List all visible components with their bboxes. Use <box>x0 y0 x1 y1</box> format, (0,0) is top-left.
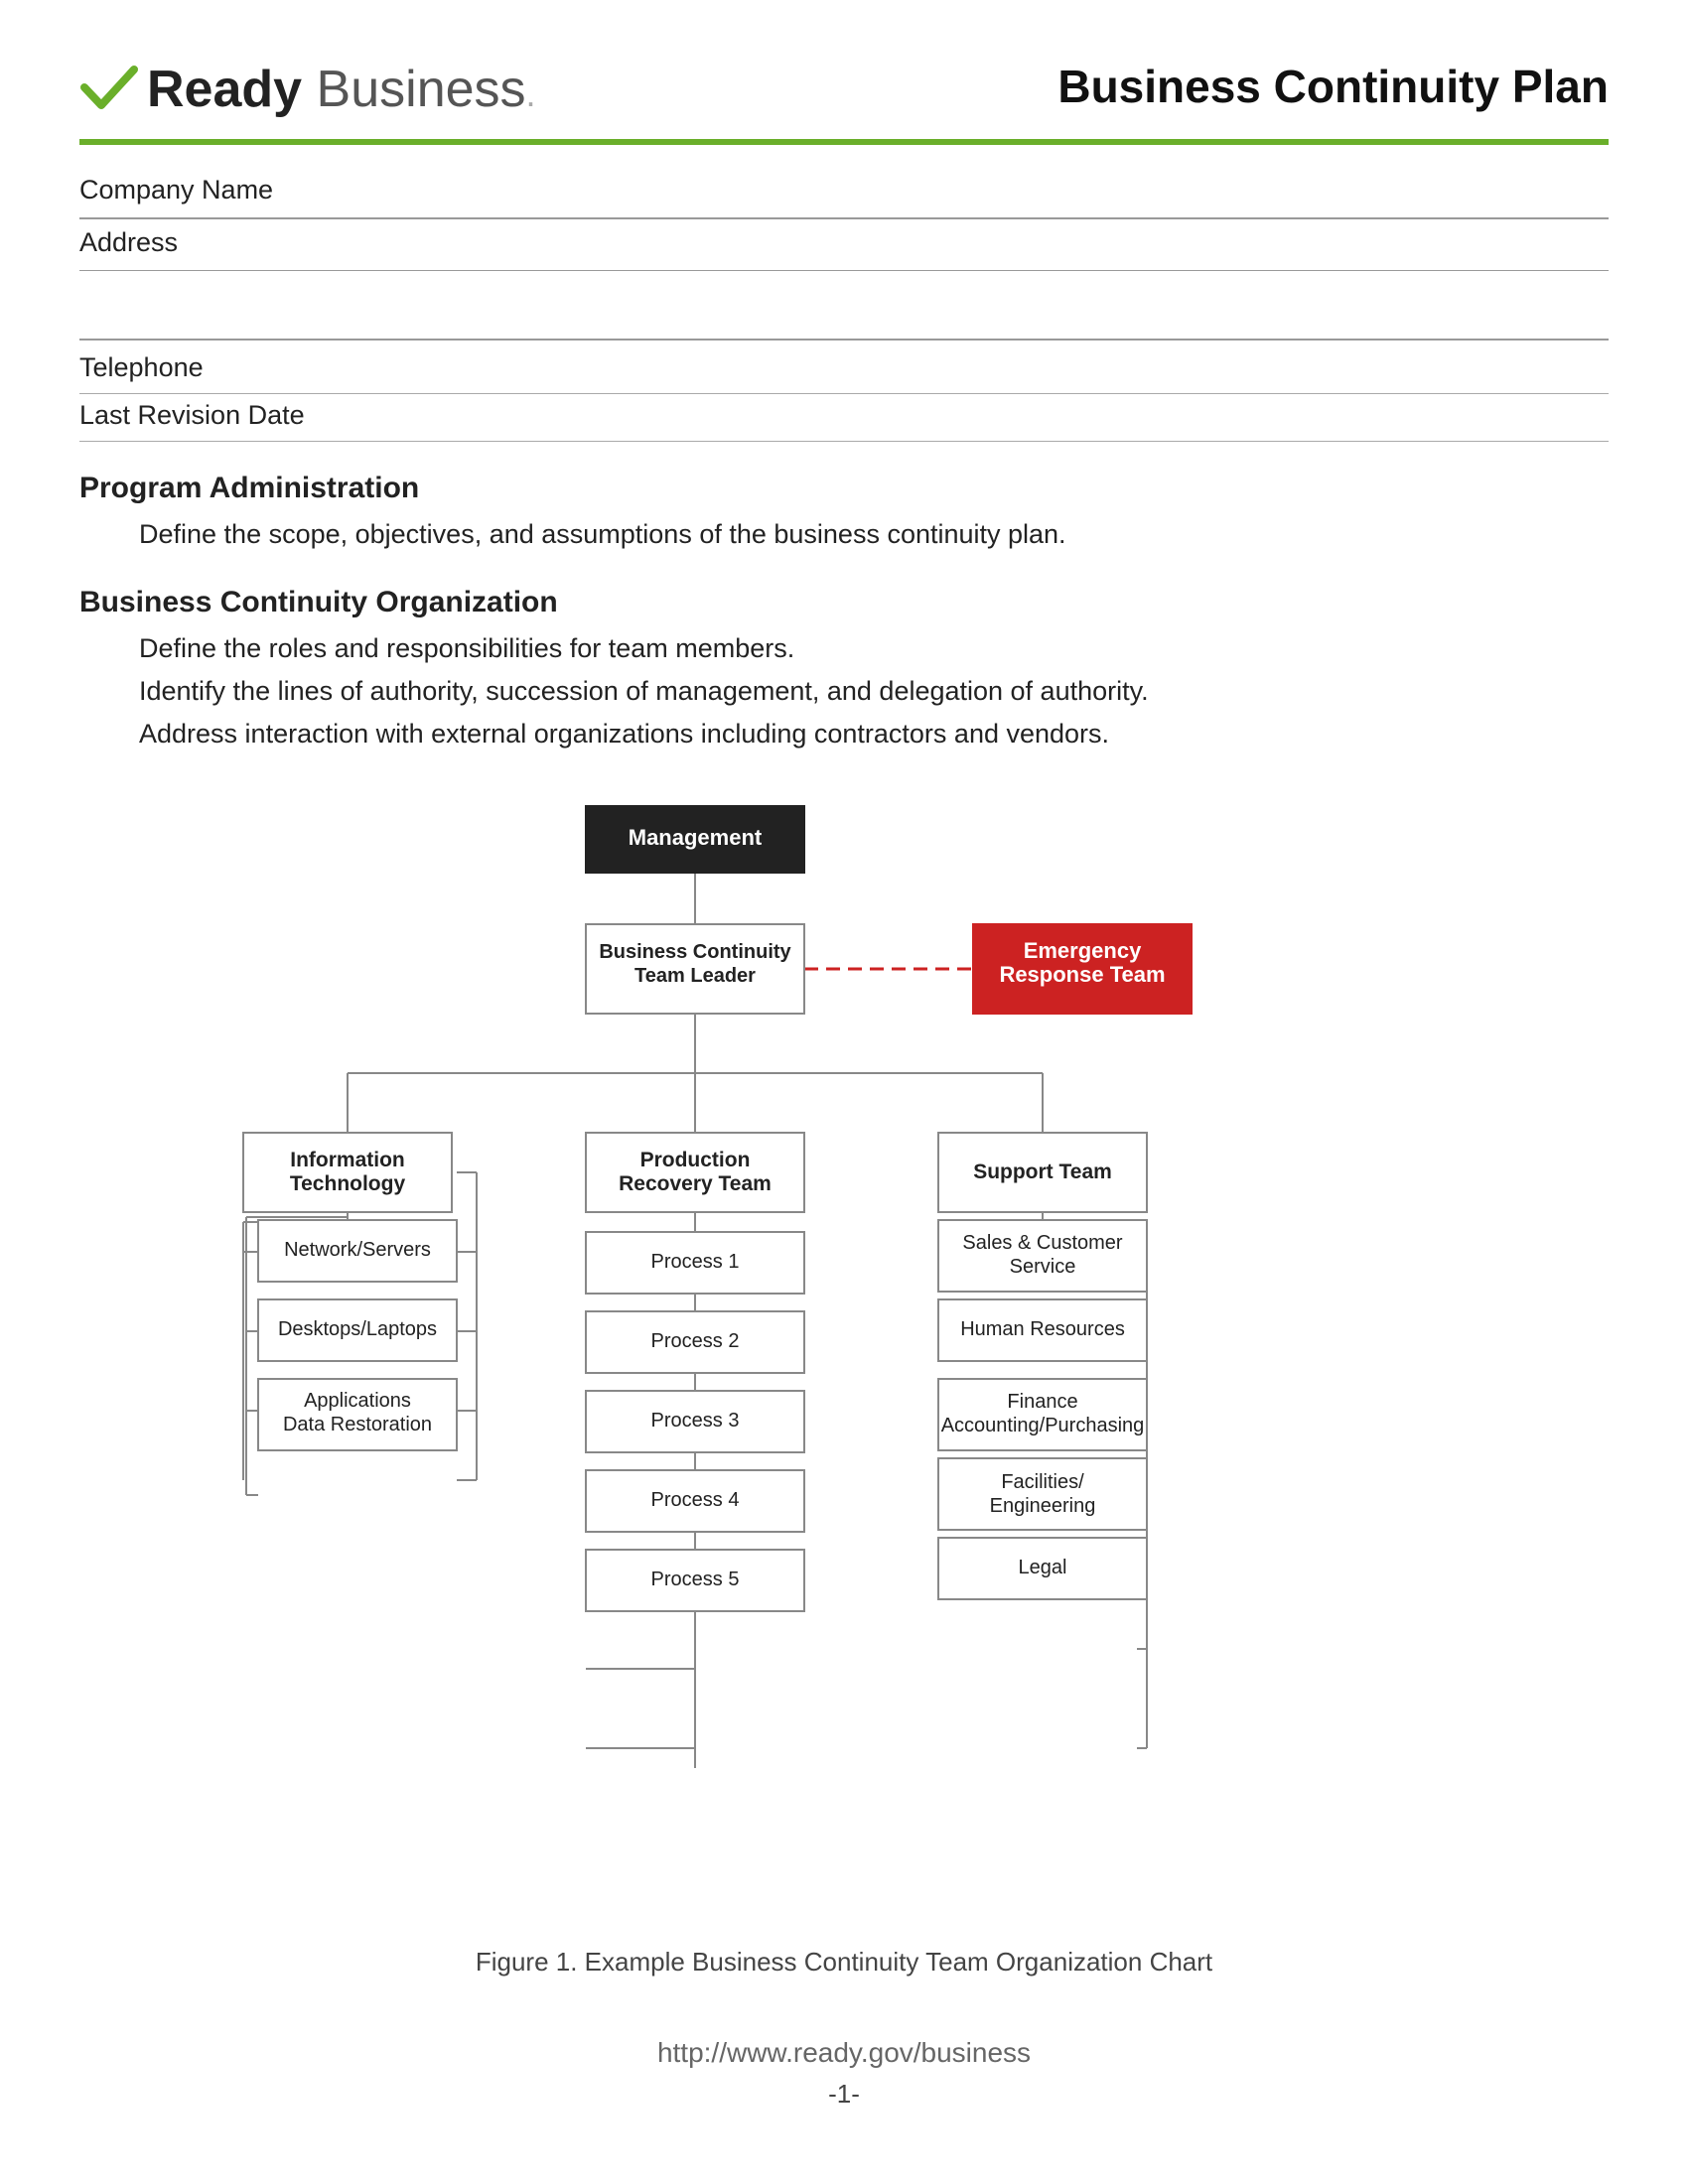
svg-text:Legal: Legal <box>1019 1557 1067 1578</box>
svg-text:Process 1: Process 1 <box>651 1251 740 1273</box>
svg-text:Network/Servers: Network/Servers <box>284 1239 431 1261</box>
svg-text:Process 2: Process 2 <box>651 1330 740 1352</box>
address-underline <box>79 270 1609 272</box>
green-divider <box>79 139 1609 145</box>
org-chart-svg: Management Business Continuity Team Lead… <box>149 805 1539 1917</box>
svg-text:Response Team: Response Team <box>999 962 1165 987</box>
checkmark-icon <box>79 60 139 119</box>
telephone-top-line <box>79 339 1609 341</box>
svg-text:Process 4: Process 4 <box>651 1489 740 1511</box>
telephone-label: Telephone <box>79 348 1609 387</box>
svg-text:Engineering: Engineering <box>990 1495 1096 1517</box>
footer-page: -1- <box>79 2079 1609 2110</box>
bco-line-1: Define the roles and responsibilities fo… <box>139 627 1609 670</box>
svg-text:Information: Information <box>290 1149 405 1171</box>
svg-text:Technology: Technology <box>290 1172 406 1195</box>
svg-text:Data Restoration: Data Restoration <box>283 1414 432 1435</box>
page-header: Ready Business. Business Continuity Plan <box>79 60 1609 119</box>
org-chart-container: Management Business Continuity Team Lead… <box>149 805 1539 1978</box>
form-section: Company Name Address <box>79 175 1609 271</box>
bco-body: Define the roles and responsibilities fo… <box>79 627 1609 756</box>
company-name-underline <box>79 217 1609 219</box>
company-name-field: Company Name <box>79 175 1609 219</box>
footer: http://www.ready.gov/business -1- <box>79 2037 1609 2110</box>
bco-section: Business Continuity Organization Define … <box>79 586 1609 756</box>
revision-label: Last Revision Date <box>79 400 1609 435</box>
svg-text:Accounting/Purchasing: Accounting/Purchasing <box>941 1415 1145 1436</box>
footer-url: http://www.ready.gov/business <box>79 2037 1609 2069</box>
bco-heading: Business Continuity Organization <box>79 586 1609 619</box>
figure-caption: Figure 1. Example Business Continuity Te… <box>149 1947 1539 1978</box>
svg-text:Process 5: Process 5 <box>651 1569 740 1590</box>
logo-area: Ready Business. <box>79 60 536 119</box>
address-field: Address <box>79 227 1609 272</box>
management-label: Management <box>629 825 763 850</box>
svg-text:Team Leader: Team Leader <box>634 965 756 987</box>
svg-text:Finance: Finance <box>1007 1391 1077 1413</box>
bco-line-3: Address interaction with external organi… <box>139 713 1609 755</box>
facilities-engineering-box <box>938 1458 1147 1530</box>
program-admin-section: Program Administration Define the scope,… <box>79 472 1609 556</box>
svg-text:Applications: Applications <box>304 1390 411 1412</box>
revision-field: Last Revision Date <box>79 400 1609 442</box>
program-admin-body: Define the scope, objectives, and assump… <box>79 513 1609 556</box>
telephone-underline <box>79 393 1609 394</box>
revision-underline <box>79 441 1609 442</box>
svg-text:Human Resources: Human Resources <box>960 1318 1125 1340</box>
bco-line-2: Identify the lines of authority, success… <box>139 670 1609 713</box>
team-leader-label: Business Continuity <box>599 941 791 963</box>
address-label: Address <box>79 227 1609 262</box>
svg-text:Facilities/: Facilities/ <box>1001 1471 1084 1493</box>
telephone-field: Telephone <box>79 339 1609 394</box>
form-section-2: Telephone Last Revision Date <box>79 339 1609 442</box>
svg-text:Support Team: Support Team <box>973 1160 1112 1183</box>
emergency-team-label: Emergency <box>1024 938 1142 963</box>
svg-text:Process 3: Process 3 <box>651 1410 740 1432</box>
page-title: Business Continuity Plan <box>1057 60 1609 113</box>
program-admin-text: Define the scope, objectives, and assump… <box>139 519 1066 549</box>
svg-text:Desktops/Laptops: Desktops/Laptops <box>278 1318 437 1340</box>
program-admin-heading: Program Administration <box>79 472 1609 505</box>
svg-text:Recovery Team: Recovery Team <box>619 1172 772 1195</box>
logo-text: Ready Business. <box>147 60 536 119</box>
svg-text:Service: Service <box>1010 1256 1076 1278</box>
svg-text:Sales & Customer: Sales & Customer <box>962 1232 1123 1254</box>
svg-text:Production: Production <box>640 1149 751 1171</box>
company-name-label: Company Name <box>79 175 1609 209</box>
